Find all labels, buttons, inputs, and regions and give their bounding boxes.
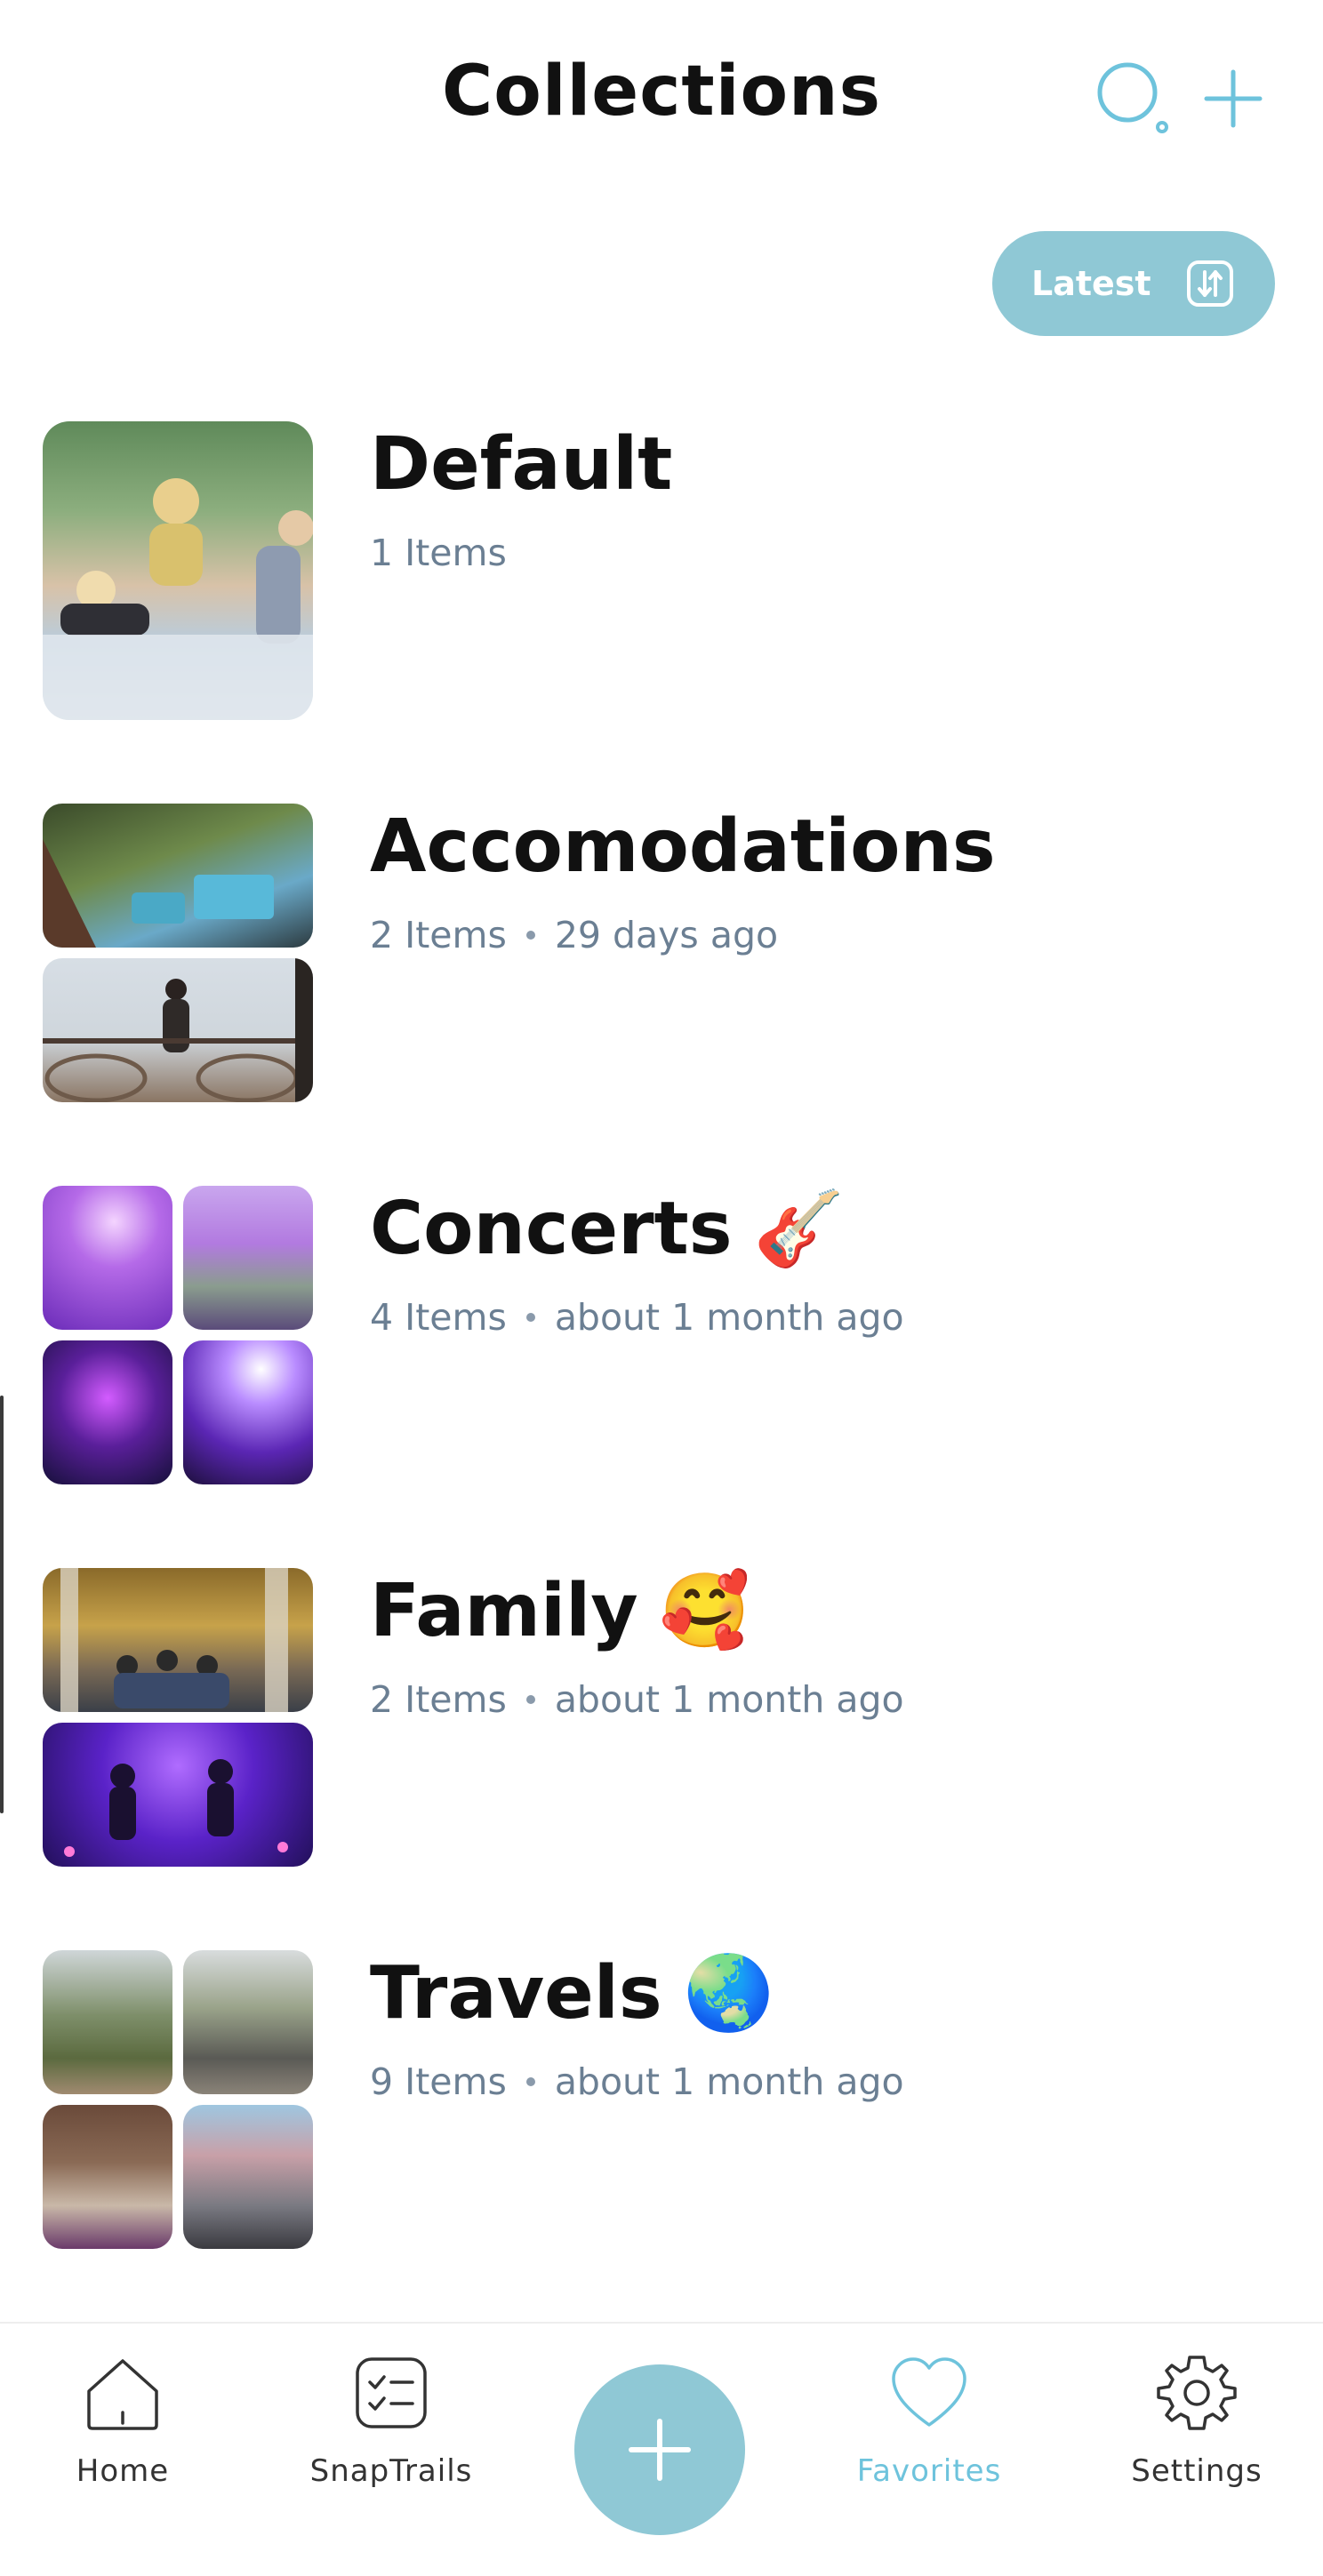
collection-title: Accomodations [370, 804, 996, 889]
thumbnail-photo [43, 421, 313, 720]
collection-title: Default [370, 422, 673, 507]
tab-favorites[interactable]: Favorites [822, 2350, 1036, 2489]
item-count: 2 Items [370, 914, 507, 957]
photo-illustration [43, 958, 313, 1102]
photo-illustration [43, 839, 274, 948]
guitar-emoji-icon: 🎸 [753, 1187, 845, 1271]
collection-thumbnail [43, 1186, 313, 1484]
separator-dot [525, 2077, 535, 2087]
collections-list: Default 1 Items Accomodations 2 Items 29… [0, 421, 1323, 2332]
thumbnail-photo [43, 1723, 313, 1867]
add-snap-button[interactable] [574, 2364, 745, 2535]
separator-dot [525, 1313, 535, 1323]
thumbnail-photo [43, 1340, 172, 1484]
plus-icon [1204, 69, 1263, 128]
thumbnail-photo [183, 1186, 313, 1330]
item-count: 9 Items [370, 2060, 507, 2104]
sort-button[interactable]: Latest [992, 231, 1275, 336]
collection-item-concerts[interactable]: Concerts 🎸 4 Items about 1 month ago [0, 1186, 1323, 1568]
plus-icon [629, 2419, 691, 2481]
collection-item-family[interactable]: Family 🥰 2 Items about 1 month ago [0, 1568, 1323, 1950]
collection-thumbnail [43, 1950, 313, 2249]
collection-info: Concerts 🎸 4 Items about 1 month ago [370, 1186, 904, 1339]
collection-item-travels[interactable]: Travels 🌏 9 Items about 1 month ago [0, 1950, 1323, 2332]
separator-dot [525, 931, 535, 940]
thumbnail-photo [183, 1950, 313, 2094]
separator-dot [525, 1695, 535, 1705]
collection-title: Travels [370, 1951, 662, 2036]
add-collection-button[interactable] [1193, 59, 1273, 139]
app-header: Collections [0, 0, 1323, 196]
tab-snaptrails-label: SnapTrails [309, 2453, 473, 2489]
tab-settings-label: Settings [1131, 2453, 1263, 2489]
collection-meta: 9 Items about 1 month ago [370, 2060, 904, 2103]
thumbnail-photo [43, 1950, 172, 2094]
collection-item-default[interactable]: Default 1 Items [0, 421, 1323, 804]
collection-meta: 1 Items [370, 532, 672, 574]
collection-thumbnail [43, 421, 313, 720]
tab-home[interactable]: Home [16, 2350, 229, 2489]
search-button[interactable] [1092, 57, 1172, 137]
sort-label: Latest [1031, 264, 1151, 303]
collection-title: Family [370, 1569, 638, 1653]
collection-name: Family 🥰 [370, 1568, 904, 1655]
smiling-hearts-emoji-icon: 🥰 [659, 1569, 750, 1653]
collection-name: Accomodations [370, 804, 996, 891]
collection-info: Family 🥰 2 Items about 1 month ago [370, 1568, 904, 1721]
updated-time: about 1 month ago [554, 1678, 904, 1722]
collection-thumbnail [43, 804, 313, 1102]
collection-thumbnail [43, 1568, 313, 1867]
tab-snaptrails[interactable]: SnapTrails [285, 2350, 498, 2489]
thumbnail-photo [43, 1186, 172, 1330]
collection-name: Default [370, 421, 672, 508]
thumbnail-photo [43, 804, 313, 948]
item-count: 4 Items [370, 1296, 507, 1340]
thumbnail-photo [43, 1568, 313, 1712]
heart-icon [892, 2357, 966, 2427]
tab-favorites-label: Favorites [856, 2453, 1002, 2489]
collection-info: Accomodations 2 Items 29 days ago [370, 804, 996, 956]
collection-item-accomodations[interactable]: Accomodations 2 Items 29 days ago [0, 804, 1323, 1186]
updated-time: about 1 month ago [554, 1296, 904, 1340]
sort-toggle-icon [1187, 260, 1233, 307]
collection-meta: 2 Items about 1 month ago [370, 1678, 904, 1721]
collection-name: Travels 🌏 [370, 1950, 904, 2037]
collection-meta: 2 Items 29 days ago [370, 914, 996, 956]
gear-icon [1157, 2356, 1237, 2430]
home-icon [87, 2359, 158, 2430]
thumbnail-photo [43, 2105, 172, 2249]
search-icon [1097, 62, 1168, 133]
bottom-tab-bar: Home SnapTrails Favorites Settings [0, 2322, 1323, 2576]
item-count: 2 Items [370, 1678, 507, 1722]
collection-title: Concerts [370, 1187, 733, 1271]
tab-settings[interactable]: Settings [1090, 2350, 1303, 2489]
photo-illustration [60, 1568, 288, 1712]
collection-info: Default 1 Items [370, 421, 672, 574]
thumbnail-photo [183, 2105, 313, 2249]
collection-info: Travels 🌏 9 Items about 1 month ago [370, 1950, 904, 2103]
thumbnail-photo [43, 958, 313, 1102]
tab-home-label: Home [76, 2453, 170, 2489]
updated-time: 29 days ago [554, 914, 779, 957]
globe-emoji-icon: 🌏 [683, 1951, 774, 2036]
collection-meta: 4 Items about 1 month ago [370, 1296, 904, 1339]
updated-time: about 1 month ago [554, 2060, 904, 2104]
item-count: 1 Items [370, 532, 507, 575]
collection-name: Concerts 🎸 [370, 1186, 904, 1273]
photo-illustration [43, 478, 313, 720]
checklist-icon [356, 2357, 427, 2428]
photo-illustration [64, 1759, 288, 1857]
thumbnail-photo [183, 1340, 313, 1484]
